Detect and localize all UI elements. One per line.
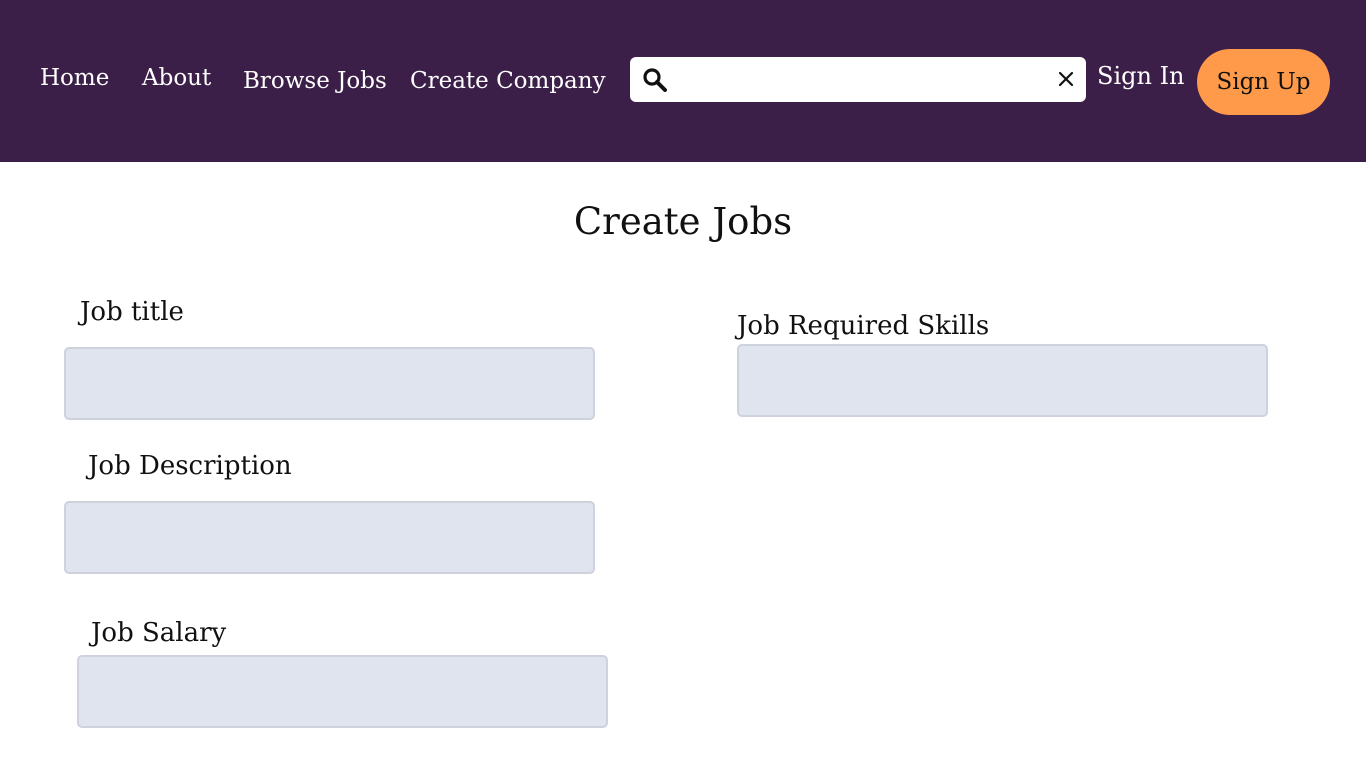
sign-in-link[interactable]: Sign In (1097, 62, 1185, 90)
nav-browse-jobs-link[interactable]: Browse Jobs (243, 68, 387, 94)
job-description-input[interactable] (64, 501, 595, 574)
job-title-label: Job title (80, 297, 184, 327)
job-description-label: Job Description (88, 451, 292, 481)
nav-about-link[interactable]: About (142, 65, 211, 91)
job-required-skills-label: Job Required Skills (737, 311, 990, 341)
page-title: Create Jobs (573, 200, 793, 243)
close-icon[interactable] (1056, 69, 1076, 89)
search-icon (642, 67, 668, 93)
job-salary-input[interactable] (77, 655, 608, 728)
sign-up-button[interactable]: Sign Up (1197, 49, 1330, 115)
navbar: Home About Browse Jobs Create Company Si… (0, 0, 1366, 162)
search-input[interactable] (678, 63, 1048, 96)
search-bar (630, 57, 1086, 102)
job-title-input[interactable] (64, 347, 595, 420)
job-salary-label: Job Salary (91, 618, 227, 648)
nav-create-company-link[interactable]: Create Company (410, 68, 606, 94)
job-required-skills-input[interactable] (737, 344, 1268, 417)
nav-home-link[interactable]: Home (40, 65, 109, 91)
